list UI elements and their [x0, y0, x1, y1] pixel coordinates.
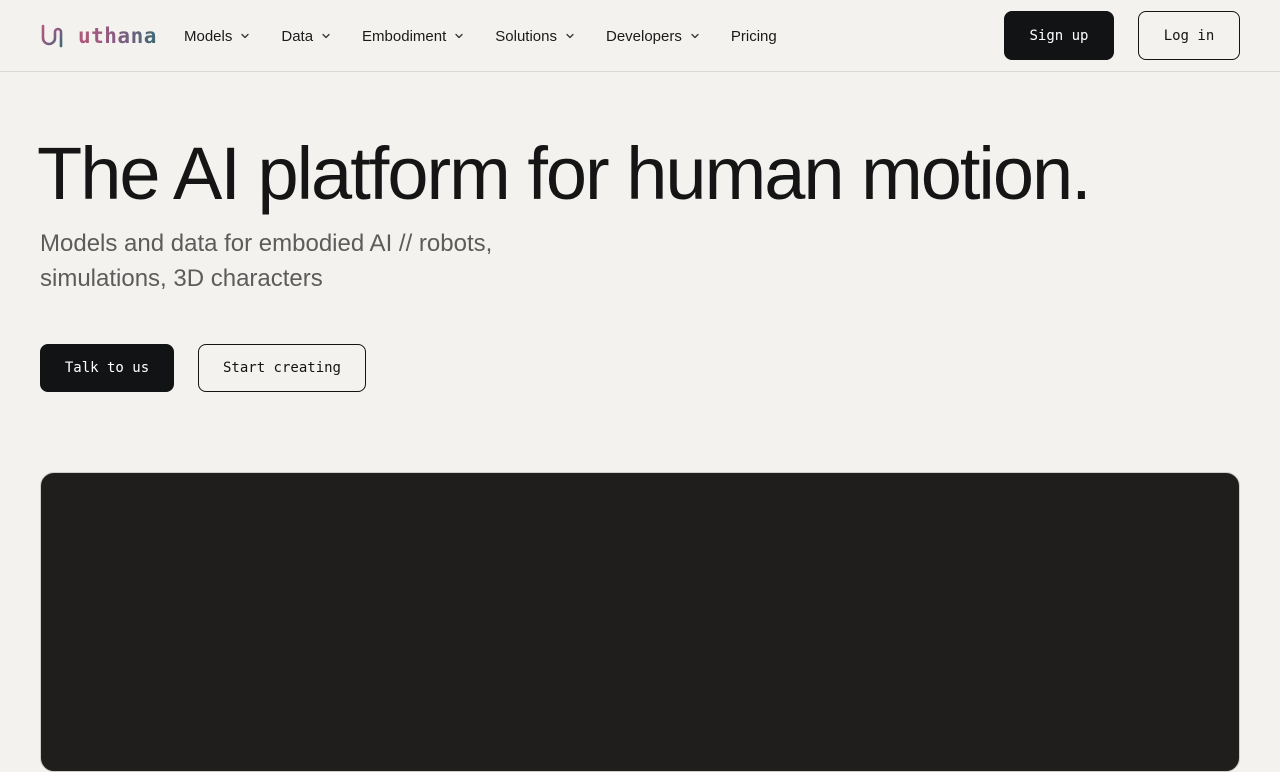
hero-subtitle: Models and data for embodied AI // robot…	[40, 226, 560, 296]
hero-subtitle-line-1: Models and data for embodied AI // robot…	[40, 230, 493, 257]
hero-media-panel	[40, 472, 1240, 772]
chevron-down-icon	[241, 33, 250, 39]
nav-item-pricing[interactable]: Pricing	[731, 24, 777, 48]
start-creating-button[interactable]: Start creating	[198, 344, 366, 392]
nav-item-embodiment[interactable]: Embodiment	[362, 24, 464, 48]
nav-item-developers[interactable]: Developers	[606, 24, 700, 48]
nav-item-label: Data	[281, 27, 314, 45]
nav-item-solutions[interactable]: Solutions	[495, 24, 575, 48]
nav-item-label: Developers	[605, 27, 682, 45]
brand-name: uthana	[78, 24, 157, 48]
chevron-down-icon	[691, 33, 699, 39]
uthana-logo-icon	[41, 24, 63, 48]
chevron-down-icon	[566, 33, 574, 39]
site-header: uthana Models Data Embodiment Solutions …	[0, 0, 1280, 72]
main-nav: Models Data Embodiment Solutions Develop…	[184, 24, 777, 48]
hero-subtitle-line-2: simulations, 3D characters	[40, 265, 323, 292]
talk-to-us-button[interactable]: Talk to us	[40, 344, 174, 392]
brand-logo[interactable]: uthana	[40, 22, 157, 50]
nav-item-data[interactable]: Data	[281, 24, 331, 48]
sign-up-button[interactable]: Sign up	[1004, 11, 1114, 60]
nav-item-label: Embodiment	[362, 27, 447, 45]
chevron-down-icon	[322, 33, 330, 39]
log-in-button[interactable]: Log in	[1138, 11, 1240, 60]
nav-item-models[interactable]: Models	[184, 24, 250, 48]
nav-item-label: Pricing	[730, 27, 777, 45]
chevron-down-icon	[455, 33, 463, 39]
nav-item-label: Solutions	[495, 27, 557, 45]
nav-item-label: Models	[184, 27, 233, 45]
hero-title: The AI platform for human motion.	[37, 132, 1092, 215]
